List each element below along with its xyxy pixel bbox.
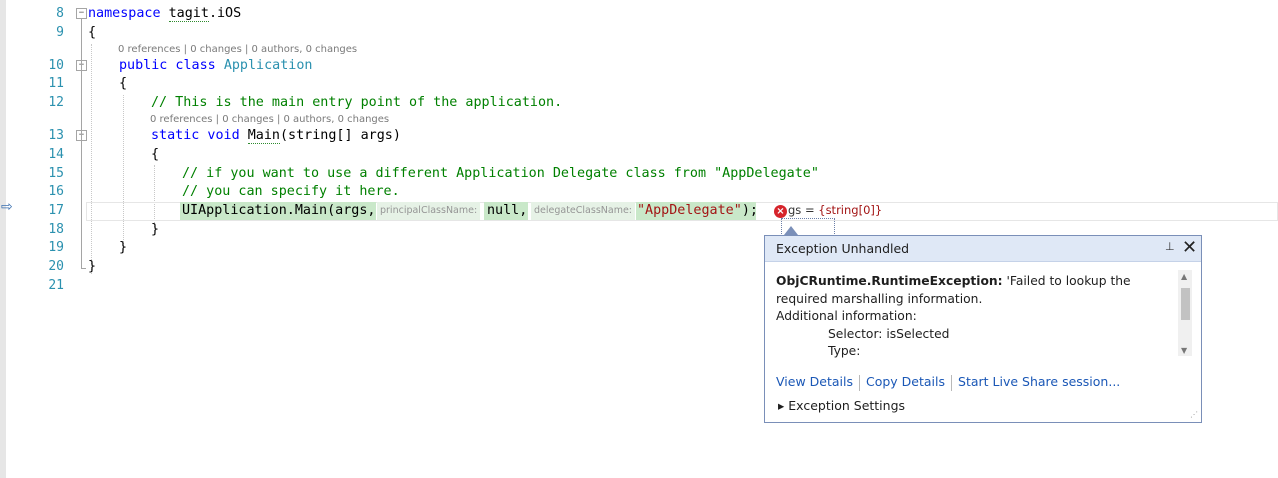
comment: // if you want to use a different Applic… bbox=[182, 166, 819, 181]
inlay-hint-principal: principalClassName: bbox=[377, 202, 481, 220]
close-brace: } bbox=[88, 259, 97, 274]
open-brace: { bbox=[88, 25, 97, 40]
exception-message: ObjCRuntime.RuntimeException: 'Failed to… bbox=[776, 273, 1166, 361]
comment: // you can specify it here. bbox=[182, 184, 400, 199]
inlay-hint-delegate: delegateClassName: bbox=[531, 202, 636, 220]
line-number: 12 bbox=[48, 95, 64, 110]
type-line: Type: bbox=[828, 344, 861, 358]
line-number: 13 bbox=[48, 128, 64, 143]
line-number: 14 bbox=[48, 147, 64, 162]
statement-call: UIApplication.Main(args, bbox=[182, 203, 384, 218]
copy-details-link[interactable]: Copy Details bbox=[866, 374, 945, 389]
line-number: 18 bbox=[48, 222, 64, 237]
datatip[interactable]: gs = {string[0]} bbox=[788, 203, 882, 217]
code-line-13[interactable]: static void Main(string[] args) bbox=[151, 126, 401, 145]
open-brace: { bbox=[151, 147, 160, 162]
datatip-value: {string[0]} bbox=[818, 203, 883, 217]
fold-line bbox=[81, 19, 82, 268]
code-line-15[interactable]: // if you want to use a different Applic… bbox=[182, 164, 819, 183]
string-literal: "AppDelegate" bbox=[637, 203, 742, 218]
statement-null: null, bbox=[487, 203, 536, 218]
line-number: 19 bbox=[48, 240, 64, 255]
line-number: 11 bbox=[48, 76, 64, 91]
code-line-19[interactable]: } bbox=[119, 238, 127, 257]
namespace-name: tagit bbox=[168, 6, 209, 22]
exception-popup: Exception Unhandled ⊥ ✕ ObjCRuntime.Runt… bbox=[764, 235, 1202, 423]
method-name: Main bbox=[247, 128, 280, 144]
code-line-16[interactable]: // you can specify it here. bbox=[182, 182, 400, 201]
link-separator bbox=[858, 374, 860, 391]
line-number: 9 bbox=[56, 25, 64, 40]
close-brace: } bbox=[119, 240, 128, 255]
line-number: 20 bbox=[48, 259, 64, 274]
resize-grip-icon[interactable]: ⋰ bbox=[1190, 410, 1198, 419]
keyword: public class bbox=[119, 58, 216, 73]
codelens-method[interactable]: 0 references | 0 changes | 0 authors, 0 … bbox=[150, 114, 389, 126]
statement-end: ); bbox=[741, 203, 758, 218]
code-line-11[interactable]: { bbox=[119, 74, 127, 93]
code-line-14[interactable]: { bbox=[151, 145, 159, 164]
code-line-20[interactable]: } bbox=[88, 257, 96, 276]
pin-icon[interactable]: ⊥ bbox=[1165, 240, 1175, 253]
line-number: 16 bbox=[48, 184, 64, 199]
line-number: 15 bbox=[48, 166, 64, 181]
code-line-12[interactable]: // This is the main entry point of the a… bbox=[151, 93, 562, 112]
exception-type: ObjCRuntime.RuntimeException: bbox=[776, 274, 1003, 288]
collapse-namespace-button[interactable]: − bbox=[76, 8, 87, 19]
namespace-suffix: .iOS bbox=[208, 6, 242, 21]
exception-settings-label: Exception Settings bbox=[788, 398, 906, 413]
indent-guide bbox=[91, 44, 92, 274]
line-number: 10 bbox=[48, 58, 64, 73]
class-name: Application bbox=[223, 58, 313, 73]
error-icon[interactable]: × bbox=[774, 205, 787, 218]
close-icon[interactable]: ✕ bbox=[1182, 237, 1197, 258]
datatip-name: gs = bbox=[788, 203, 819, 217]
line-number: 17 bbox=[48, 203, 64, 218]
popup-title: Exception Unhandled bbox=[776, 241, 910, 256]
link-separator bbox=[951, 374, 953, 391]
keyword: static void bbox=[151, 128, 240, 143]
exception-settings-toggle[interactable]: ▸ Exception Settings bbox=[778, 398, 905, 413]
additional-info-label: Additional information: bbox=[776, 309, 917, 323]
view-details-link[interactable]: View Details bbox=[776, 374, 853, 389]
scroll-thumb[interactable] bbox=[1181, 288, 1190, 320]
indent-guide bbox=[123, 95, 124, 250]
open-brace: { bbox=[119, 76, 128, 91]
expand-triangle-icon: ▸ bbox=[778, 398, 785, 413]
message-scrollbar[interactable]: ▲ ▼ bbox=[1178, 270, 1192, 356]
method-params: (string[] args) bbox=[280, 128, 401, 143]
popup-tail bbox=[784, 226, 798, 235]
close-brace: } bbox=[151, 222, 160, 237]
code-line-9[interactable]: { bbox=[88, 23, 96, 42]
popup-header: Exception Unhandled ⊥ ✕ bbox=[765, 236, 1201, 262]
statement-string: "AppDelegate"); bbox=[637, 201, 758, 220]
fold-end bbox=[81, 268, 86, 269]
scroll-down-icon[interactable]: ▼ bbox=[1181, 346, 1187, 355]
code-line-18[interactable]: } bbox=[151, 220, 159, 239]
code-line-17[interactable]: UIApplication.Main(args, bbox=[182, 201, 384, 220]
line-number: 8 bbox=[56, 6, 64, 21]
popup-links: View Details Copy Details Start Live Share… bbox=[776, 374, 1120, 391]
comment: // This is the main entry point of the a… bbox=[151, 95, 563, 110]
code-line-8[interactable]: namespace tagit.iOS bbox=[88, 4, 241, 23]
live-share-link[interactable]: Start Live Share session... bbox=[958, 374, 1120, 389]
line-number: 21 bbox=[48, 278, 64, 293]
exception-pointer-icon[interactable]: ⇨ bbox=[1, 199, 13, 215]
keyword: namespace bbox=[88, 6, 161, 21]
codelens-class[interactable]: 0 references | 0 changes | 0 authors, 0 … bbox=[118, 44, 357, 56]
code-line-10[interactable]: public class Application bbox=[119, 56, 313, 75]
scroll-up-icon[interactable]: ▲ bbox=[1181, 272, 1187, 281]
selector-line: Selector: isSelected bbox=[828, 326, 950, 341]
